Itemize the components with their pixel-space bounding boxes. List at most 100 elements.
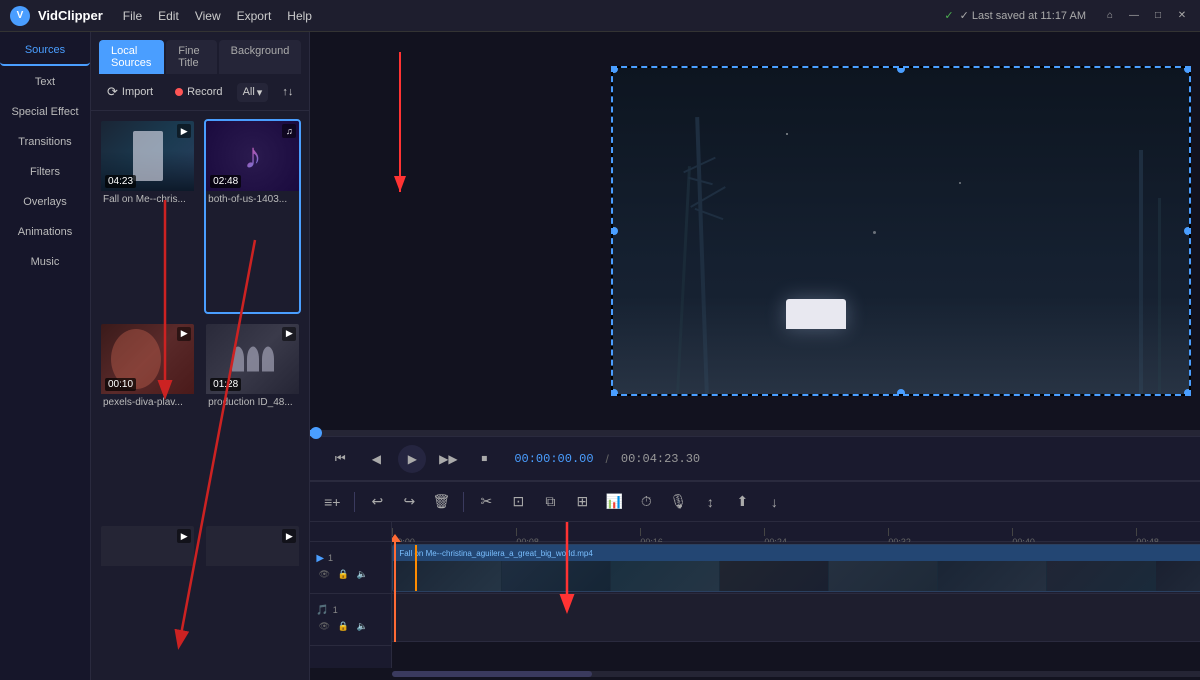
track-lock-icon[interactable]: 🔒 bbox=[335, 567, 351, 583]
maximize-btn[interactable]: □ bbox=[1150, 8, 1166, 24]
scrollbar-thumb[interactable] bbox=[392, 671, 592, 677]
close-btn[interactable]: ✕ bbox=[1174, 8, 1190, 24]
sidebar-label-filters: Filters bbox=[30, 166, 60, 178]
chart-button[interactable]: 📊 bbox=[600, 488, 628, 516]
thumb-frame-3 bbox=[611, 561, 720, 591]
sidebar-item-text[interactable]: Text bbox=[0, 68, 90, 96]
play-button[interactable]: ▶ bbox=[398, 445, 426, 473]
sidebar-label-music: Music bbox=[31, 256, 60, 268]
delete-button[interactable]: 🗑 bbox=[427, 488, 455, 516]
timer-button[interactable]: ⏱ bbox=[632, 488, 660, 516]
tts-button[interactable]: ↕ bbox=[696, 488, 724, 516]
audio-header-content: 🎵 1 👁 🔒 🔈 bbox=[316, 605, 385, 635]
fast-forward-button[interactable]: ▶▶ bbox=[434, 445, 462, 473]
audio-vol-icon[interactable]: 🔈 bbox=[354, 619, 370, 635]
record-button[interactable]: Record bbox=[167, 82, 230, 102]
detach-button[interactable]: ⬆ bbox=[728, 488, 756, 516]
sidebar-item-special-effect[interactable]: Special Effect bbox=[0, 98, 90, 126]
audio-track-controls: 👁 🔒 🔈 bbox=[316, 619, 385, 635]
save-status: ✓ ✓ Last saved at 11:17 AM bbox=[944, 9, 1086, 22]
clip-header: Fall on Me--christina_aguilera_a_great_b… bbox=[393, 545, 1200, 561]
sidebar-item-transitions[interactable]: Transitions bbox=[0, 128, 90, 156]
handle-br[interactable] bbox=[1184, 389, 1191, 396]
media-duration-4: 01:28 bbox=[210, 378, 241, 391]
sidebar-item-animations[interactable]: Animations bbox=[0, 218, 90, 246]
audio-track-icon: 🎵 bbox=[316, 605, 328, 616]
sidebar-item-music[interactable]: Music bbox=[0, 248, 90, 276]
timeline-toolbar: ≡+ ↩ ↪ 🗑 ✂ ⊡ ⧉ ⊞ 📊 ⏱ 🎙 ↕ ⬆ ↓ ↑ Export bbox=[310, 482, 1200, 522]
main-content: Sources Text Special Effect Transitions … bbox=[0, 32, 1200, 680]
scrollbar-track[interactable] bbox=[392, 671, 1200, 677]
media-item-5[interactable]: ▶ bbox=[99, 524, 196, 672]
split-button[interactable]: ✂ bbox=[472, 488, 500, 516]
stop-button[interactable]: ⏹ bbox=[470, 445, 498, 473]
home-btn[interactable]: ⌂ bbox=[1102, 8, 1118, 24]
preview-controls: ⏮ ◀ ▶ ▶▶ ⏹ 00:00:00.00 / 00:04:23.30 16:… bbox=[310, 436, 1200, 480]
media-name-2: both-of-us-1403... bbox=[206, 191, 299, 208]
media-name-3: pexels-diva-plav... bbox=[101, 394, 194, 411]
media-item-2[interactable]: ♪ 02:48 ♫ both-of-us-1403... bbox=[204, 119, 301, 314]
audio-eye-icon[interactable]: 👁 bbox=[316, 619, 332, 635]
bottom-scrollbar bbox=[310, 668, 1200, 680]
audio-lock-icon[interactable]: 🔒 bbox=[335, 619, 351, 635]
menu-help[interactable]: Help bbox=[287, 9, 312, 23]
time-separator: / bbox=[606, 452, 609, 466]
media-item-6[interactable]: ▶ bbox=[204, 524, 301, 672]
audio-track-number: 1 bbox=[333, 605, 338, 615]
media-item-4[interactable]: 01:28 ▶ production ID_48... bbox=[204, 322, 301, 517]
all-label: All bbox=[243, 86, 255, 98]
scrubber-bar[interactable] bbox=[310, 430, 1200, 436]
sidebar-item-filters[interactable]: Filters bbox=[0, 158, 90, 186]
sort-icon: ↑↓ bbox=[282, 86, 293, 98]
menu-file[interactable]: File bbox=[123, 9, 142, 23]
add-track-button[interactable]: ≡+ bbox=[318, 488, 346, 516]
sidebar-item-sources[interactable]: Sources bbox=[0, 36, 90, 66]
media-item-1[interactable]: 04:23 ▶ Fall on Me--chris... bbox=[99, 119, 196, 314]
rewind-button[interactable]: ◀ bbox=[362, 445, 390, 473]
tab-background[interactable]: Background bbox=[219, 40, 302, 74]
track-control-icons: 👁 🔒 🔈 bbox=[316, 567, 385, 583]
handle-bl[interactable] bbox=[611, 389, 618, 396]
undo-button[interactable]: ↩ bbox=[363, 488, 391, 516]
paste-button[interactable]: ⊞ bbox=[568, 488, 596, 516]
crop-button[interactable]: ⊡ bbox=[504, 488, 532, 516]
time-total: 00:04:23.30 bbox=[621, 452, 700, 466]
toolbar-separator-2 bbox=[463, 492, 464, 512]
sidebar-item-overlays[interactable]: Overlays bbox=[0, 188, 90, 216]
timeline-main[interactable]: 00:00 00:08 00:16 bbox=[392, 522, 1200, 668]
app-name: VidClipper bbox=[38, 8, 103, 23]
media-item-3[interactable]: 00:10 ▶ pexels-diva-plav... bbox=[99, 322, 196, 517]
timeline-content: ▶ 1 👁 🔒 🔈 bbox=[310, 522, 1200, 668]
menu-export[interactable]: Export bbox=[237, 9, 272, 23]
sort-button[interactable]: ↑↓ bbox=[274, 82, 301, 102]
sources-toolbar: ⟳ Import Record All ▾ ↑↓ bbox=[91, 74, 309, 111]
media-thumb-2: ♪ 02:48 ♫ bbox=[206, 121, 299, 191]
handle-bm[interactable] bbox=[897, 389, 905, 396]
scrollbar-container[interactable] bbox=[392, 668, 1200, 680]
scrubber-thumb[interactable] bbox=[310, 427, 322, 439]
all-filter-select[interactable]: All ▾ bbox=[237, 83, 269, 102]
sources-tab-bar: Local Sources Fine Title Background bbox=[91, 32, 309, 74]
import-button[interactable]: ⟳ Import bbox=[99, 80, 161, 104]
video-clip[interactable]: Fall on Me--christina_aguilera_a_great_b… bbox=[392, 544, 1200, 592]
track-audio-icon[interactable]: 🔈 bbox=[354, 567, 370, 583]
menu-view[interactable]: View bbox=[195, 9, 221, 23]
tab-local-sources[interactable]: Local Sources bbox=[99, 40, 164, 74]
handle-mr[interactable] bbox=[1184, 227, 1191, 235]
sources-panel: Local Sources Fine Title Background ⟳ Im… bbox=[91, 32, 310, 680]
menu-edit[interactable]: Edit bbox=[158, 9, 179, 23]
minimize-btn[interactable]: — bbox=[1126, 8, 1142, 24]
copy-button[interactable]: ⧉ bbox=[536, 488, 564, 516]
tab-fine-title[interactable]: Fine Title bbox=[166, 40, 216, 74]
prev-frame-button[interactable]: ⏮ bbox=[326, 445, 354, 473]
audio-track-header: 🎵 1 👁 🔒 🔈 bbox=[310, 594, 391, 646]
redo-button[interactable]: ↪ bbox=[395, 488, 423, 516]
dropdown-chevron-icon: ▾ bbox=[257, 86, 263, 99]
track-eye-icon[interactable]: 👁 bbox=[316, 567, 332, 583]
audio-track bbox=[392, 594, 1200, 642]
handle-tr[interactable] bbox=[1184, 66, 1191, 73]
more-button[interactable]: ↓ bbox=[760, 488, 788, 516]
toolbar-separator-1 bbox=[354, 492, 355, 512]
audio-title-row: 🎵 1 bbox=[316, 605, 385, 616]
mic-button[interactable]: 🎙 bbox=[664, 488, 692, 516]
